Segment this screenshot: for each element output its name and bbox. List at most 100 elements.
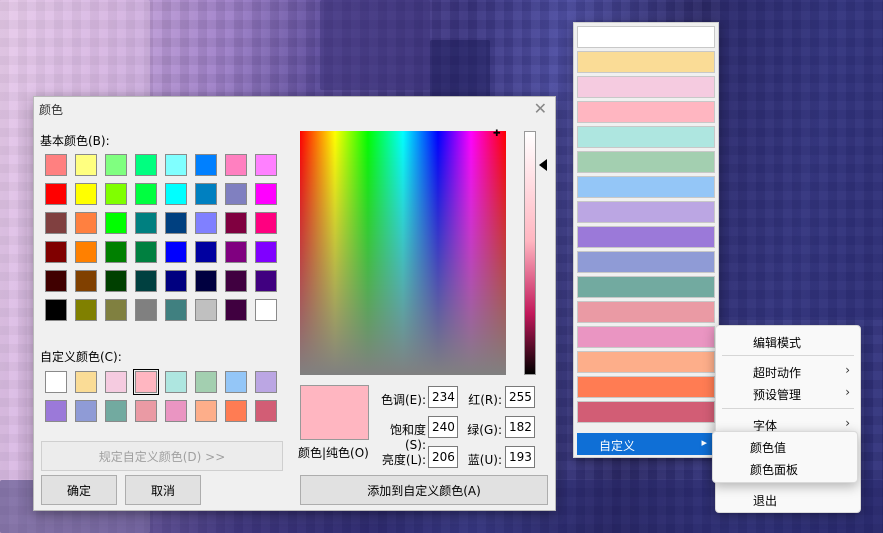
basic-color-swatch[interactable] bbox=[45, 241, 67, 263]
basic-color-swatch[interactable] bbox=[75, 299, 97, 321]
basic-color-swatch[interactable] bbox=[105, 270, 127, 292]
custom-color-swatch[interactable] bbox=[165, 371, 187, 393]
basic-color-swatch[interactable] bbox=[195, 299, 217, 321]
menu-item-edit-mode[interactable]: 编辑模式 bbox=[716, 330, 860, 352]
basic-color-swatch[interactable] bbox=[165, 299, 187, 321]
hue-field[interactable]: 234 bbox=[428, 386, 458, 408]
custom-color-swatch[interactable] bbox=[195, 371, 217, 393]
basic-color-swatch[interactable] bbox=[45, 270, 67, 292]
strip-color-swatch[interactable] bbox=[577, 76, 715, 98]
basic-color-swatch[interactable] bbox=[195, 241, 217, 263]
basic-color-swatch[interactable] bbox=[195, 183, 217, 205]
strip-color-swatch[interactable] bbox=[577, 51, 715, 73]
basic-color-swatch[interactable] bbox=[45, 154, 67, 176]
strip-color-swatch[interactable] bbox=[577, 301, 715, 323]
basic-color-swatch[interactable] bbox=[105, 299, 127, 321]
strip-color-swatch[interactable] bbox=[577, 101, 715, 123]
lum-field[interactable]: 206 bbox=[428, 446, 458, 468]
strip-color-swatch[interactable] bbox=[577, 351, 715, 373]
basic-color-swatch[interactable] bbox=[165, 212, 187, 234]
basic-color-swatch[interactable] bbox=[195, 270, 217, 292]
strip-color-swatch[interactable] bbox=[577, 126, 715, 148]
basic-color-swatch[interactable] bbox=[225, 183, 247, 205]
submenu-item-color-value[interactable]: 颜色值 bbox=[713, 435, 857, 457]
add-to-custom-colors-button[interactable]: 添加到自定义颜色(A) bbox=[300, 475, 548, 505]
basic-color-swatch[interactable] bbox=[45, 212, 67, 234]
basic-color-swatch[interactable] bbox=[225, 154, 247, 176]
strip-color-swatch[interactable] bbox=[577, 401, 715, 423]
custom-color-swatch[interactable] bbox=[195, 400, 217, 422]
basic-color-swatch[interactable] bbox=[255, 241, 277, 263]
basic-color-swatch[interactable] bbox=[75, 212, 97, 234]
custom-color-swatch[interactable] bbox=[75, 400, 97, 422]
basic-color-swatch[interactable] bbox=[75, 241, 97, 263]
basic-color-swatch[interactable] bbox=[225, 212, 247, 234]
blue-field[interactable]: 193 bbox=[505, 446, 535, 468]
custom-color-swatch[interactable] bbox=[45, 400, 67, 422]
strip-color-swatch[interactable] bbox=[577, 176, 715, 198]
strip-color-swatch[interactable] bbox=[577, 26, 715, 48]
custom-color-swatch[interactable] bbox=[255, 371, 277, 393]
menu-item-preset-manage[interactable]: 预设管理 › bbox=[716, 382, 860, 404]
luminance-slider[interactable] bbox=[524, 131, 536, 375]
basic-color-swatch[interactable] bbox=[75, 154, 97, 176]
strip-color-swatch[interactable] bbox=[577, 376, 715, 398]
cancel-button[interactable]: 取消 bbox=[125, 475, 201, 505]
basic-color-swatch[interactable] bbox=[135, 270, 157, 292]
red-field[interactable]: 255 bbox=[505, 386, 535, 408]
basic-color-swatch[interactable] bbox=[105, 212, 127, 234]
custom-color-swatch[interactable] bbox=[225, 400, 247, 422]
basic-color-swatch[interactable] bbox=[255, 270, 277, 292]
custom-color-swatch[interactable] bbox=[105, 371, 127, 393]
strip-color-swatch[interactable] bbox=[577, 226, 715, 248]
custom-color-swatch[interactable] bbox=[75, 371, 97, 393]
define-custom-colors-button[interactable]: 规定自定义颜色(D) >> bbox=[41, 441, 283, 471]
basic-color-swatch[interactable] bbox=[165, 270, 187, 292]
basic-color-swatch[interactable] bbox=[195, 212, 217, 234]
menu-item-exit[interactable]: 退出 bbox=[716, 488, 860, 510]
custom-color-swatch[interactable] bbox=[255, 400, 277, 422]
strip-color-swatch[interactable] bbox=[577, 201, 715, 223]
strip-color-swatch[interactable] bbox=[577, 251, 715, 273]
sat-field[interactable]: 240 bbox=[428, 416, 458, 438]
strip-color-swatch[interactable] bbox=[577, 151, 715, 173]
menu-item-timeout-action[interactable]: 超时动作 › bbox=[716, 360, 860, 382]
green-field[interactable]: 182 bbox=[505, 416, 535, 438]
basic-color-swatch[interactable] bbox=[225, 270, 247, 292]
basic-color-swatch[interactable] bbox=[45, 299, 67, 321]
custom-color-swatch[interactable] bbox=[135, 400, 157, 422]
basic-color-swatch[interactable] bbox=[255, 299, 277, 321]
submenu-item-color-panel[interactable]: 颜色面板 bbox=[713, 457, 857, 479]
basic-color-swatch[interactable] bbox=[45, 183, 67, 205]
basic-color-swatch[interactable] bbox=[165, 241, 187, 263]
custom-color-swatch[interactable] bbox=[105, 400, 127, 422]
basic-color-swatch[interactable] bbox=[75, 270, 97, 292]
custom-color-swatch[interactable] bbox=[165, 400, 187, 422]
basic-color-swatch[interactable] bbox=[135, 212, 157, 234]
basic-color-swatch[interactable] bbox=[165, 183, 187, 205]
ok-button[interactable]: 确定 bbox=[41, 475, 117, 505]
basic-color-swatch[interactable] bbox=[105, 241, 127, 263]
basic-color-swatch[interactable] bbox=[225, 299, 247, 321]
basic-color-swatch[interactable] bbox=[135, 154, 157, 176]
basic-color-swatch[interactable] bbox=[255, 154, 277, 176]
basic-color-swatch[interactable] bbox=[195, 154, 217, 176]
basic-color-swatch[interactable] bbox=[105, 183, 127, 205]
slider-arrow-icon[interactable] bbox=[539, 159, 547, 171]
custom-color-swatch[interactable] bbox=[45, 371, 67, 393]
color-spectrum[interactable] bbox=[300, 131, 506, 375]
basic-color-swatch[interactable] bbox=[225, 241, 247, 263]
strip-color-swatch[interactable] bbox=[577, 326, 715, 348]
close-icon[interactable]: ✕ bbox=[534, 99, 547, 118]
basic-color-swatch[interactable] bbox=[135, 183, 157, 205]
custom-color-swatch[interactable] bbox=[225, 371, 247, 393]
strip-color-swatch[interactable] bbox=[577, 276, 715, 298]
basic-color-swatch[interactable] bbox=[135, 299, 157, 321]
basic-color-swatch[interactable] bbox=[75, 183, 97, 205]
basic-color-swatch[interactable] bbox=[165, 154, 187, 176]
basic-color-swatch[interactable] bbox=[135, 241, 157, 263]
basic-color-swatch[interactable] bbox=[105, 154, 127, 176]
basic-color-swatch[interactable] bbox=[255, 183, 277, 205]
custom-color-swatch[interactable] bbox=[133, 369, 159, 395]
basic-color-swatch[interactable] bbox=[255, 212, 277, 234]
